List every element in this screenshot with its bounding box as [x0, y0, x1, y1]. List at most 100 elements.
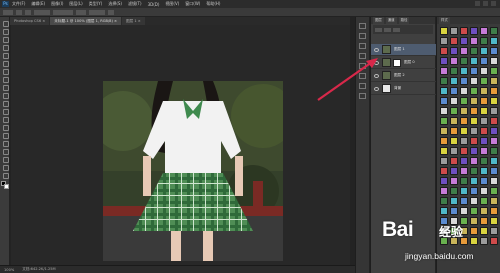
style-swatch[interactable] — [490, 137, 498, 145]
document-tab[interactable]: 图层 1 × — [122, 17, 145, 25]
style-swatch[interactable] — [480, 157, 488, 165]
style-swatch[interactable] — [460, 117, 468, 125]
style-swatch[interactable] — [470, 187, 478, 195]
gradient-tool-icon[interactable] — [2, 108, 9, 115]
style-swatch[interactable] — [460, 47, 468, 55]
style-swatch[interactable] — [450, 37, 458, 45]
tab-layers[interactable]: 图层 — [373, 17, 384, 24]
tab-styles[interactable]: 样式 — [439, 17, 450, 24]
style-swatch[interactable] — [490, 167, 498, 175]
style-swatch[interactable] — [470, 197, 478, 205]
brush-tool-icon[interactable] — [2, 76, 9, 83]
menu-file[interactable]: 文件(F) — [12, 1, 25, 7]
visibility-eye-icon[interactable] — [374, 47, 379, 52]
option-toggle[interactable] — [108, 9, 114, 15]
style-swatch[interactable] — [460, 187, 468, 195]
style-swatch[interactable] — [480, 37, 488, 45]
style-swatch[interactable] — [460, 67, 468, 75]
menu-view[interactable]: 视图(V) — [165, 1, 179, 7]
canvas-area[interactable] — [11, 25, 350, 265]
style-swatch[interactable] — [440, 107, 448, 115]
style-swatch[interactable] — [450, 157, 458, 165]
style-swatch[interactable] — [450, 27, 458, 35]
style-swatch[interactable] — [490, 147, 498, 155]
pen-tool-icon[interactable] — [2, 132, 9, 139]
style-swatch[interactable] — [490, 107, 498, 115]
style-swatch[interactable] — [470, 157, 478, 165]
style-swatch[interactable] — [490, 207, 498, 215]
style-swatch[interactable] — [450, 77, 458, 85]
menu-filter[interactable]: 滤镜(T) — [128, 1, 142, 7]
style-swatch[interactable] — [440, 97, 448, 105]
properties-panel-icon[interactable] — [359, 33, 366, 39]
style-swatch[interactable] — [450, 177, 458, 185]
style-swatch[interactable] — [470, 147, 478, 155]
style-swatch[interactable] — [440, 57, 448, 65]
style-swatch[interactable] — [490, 157, 498, 165]
style-swatch[interactable] — [490, 187, 498, 195]
style-swatch[interactable] — [460, 207, 468, 215]
style-swatch[interactable] — [440, 47, 448, 55]
character-panel-icon[interactable] — [359, 53, 366, 59]
style-swatch[interactable] — [450, 67, 458, 75]
layer-row-selected[interactable]: 图层 1 — [371, 44, 436, 56]
history-brush-tool-icon[interactable] — [2, 92, 9, 99]
style-swatch[interactable] — [460, 27, 468, 35]
style-swatch[interactable] — [460, 137, 468, 145]
style-swatch[interactable] — [460, 197, 468, 205]
style-swatch[interactable] — [470, 177, 478, 185]
style-swatch[interactable] — [470, 47, 478, 55]
style-swatch[interactable] — [490, 37, 498, 45]
menu-help[interactable]: 帮助(H) — [206, 1, 220, 7]
style-swatch[interactable] — [460, 97, 468, 105]
style-swatch[interactable] — [480, 147, 488, 155]
style-swatch[interactable] — [480, 107, 488, 115]
background-color-swatch[interactable] — [4, 184, 9, 189]
style-swatch[interactable] — [440, 137, 448, 145]
hand-tool-icon[interactable] — [2, 164, 9, 171]
clone-stamp-tool-icon[interactable] — [2, 84, 9, 91]
style-swatch[interactable] — [470, 77, 478, 85]
style-swatch[interactable] — [480, 27, 488, 35]
swatches-panel-icon[interactable] — [359, 83, 366, 89]
document-tab[interactable]: Photoshop CS6 × — [10, 17, 50, 25]
style-swatch[interactable] — [470, 67, 478, 75]
blur-tool-icon[interactable] — [2, 116, 9, 123]
style-swatch[interactable] — [440, 177, 448, 185]
tab-channels[interactable]: 通道 — [385, 17, 397, 24]
maximize-button[interactable] — [483, 1, 488, 6]
style-swatch[interactable] — [440, 117, 448, 125]
marquee-tool-icon[interactable] — [2, 28, 9, 35]
style-swatch[interactable] — [450, 87, 458, 95]
layer-row[interactable]: 图层 2 — [371, 70, 436, 82]
style-swatch[interactable] — [460, 77, 468, 85]
menu-3d[interactable]: 3D(D) — [148, 2, 160, 7]
style-swatch[interactable] — [460, 57, 468, 65]
path-select-tool-icon[interactable] — [2, 148, 9, 155]
menu-edit[interactable]: 编辑(E) — [31, 1, 45, 7]
option-field[interactable] — [34, 9, 50, 15]
style-swatch[interactable] — [440, 87, 448, 95]
style-swatch[interactable] — [470, 137, 478, 145]
style-swatch[interactable] — [450, 97, 458, 105]
style-swatch[interactable] — [440, 167, 448, 175]
style-swatch[interactable] — [450, 127, 458, 135]
menu-type[interactable]: 类型(Y) — [89, 1, 103, 7]
style-swatch[interactable] — [440, 37, 448, 45]
style-swatch[interactable] — [480, 77, 488, 85]
style-swatch[interactable] — [460, 87, 468, 95]
menu-layer[interactable]: 图层(L) — [69, 1, 82, 7]
style-swatch[interactable] — [440, 207, 448, 215]
shape-tool-icon[interactable] — [2, 156, 9, 163]
zoom-tool-icon[interactable] — [2, 172, 9, 179]
blend-mode-dropdown[interactable] — [384, 27, 391, 32]
style-swatch[interactable] — [460, 127, 468, 135]
style-swatch[interactable] — [460, 177, 468, 185]
option-toggle[interactable] — [76, 9, 86, 15]
menu-image[interactable]: 图像(I) — [51, 1, 63, 7]
style-swatch[interactable] — [440, 27, 448, 35]
visibility-eye-icon[interactable] — [374, 73, 379, 78]
style-swatch[interactable] — [490, 27, 498, 35]
style-swatch[interactable] — [480, 87, 488, 95]
style-swatch[interactable] — [440, 147, 448, 155]
